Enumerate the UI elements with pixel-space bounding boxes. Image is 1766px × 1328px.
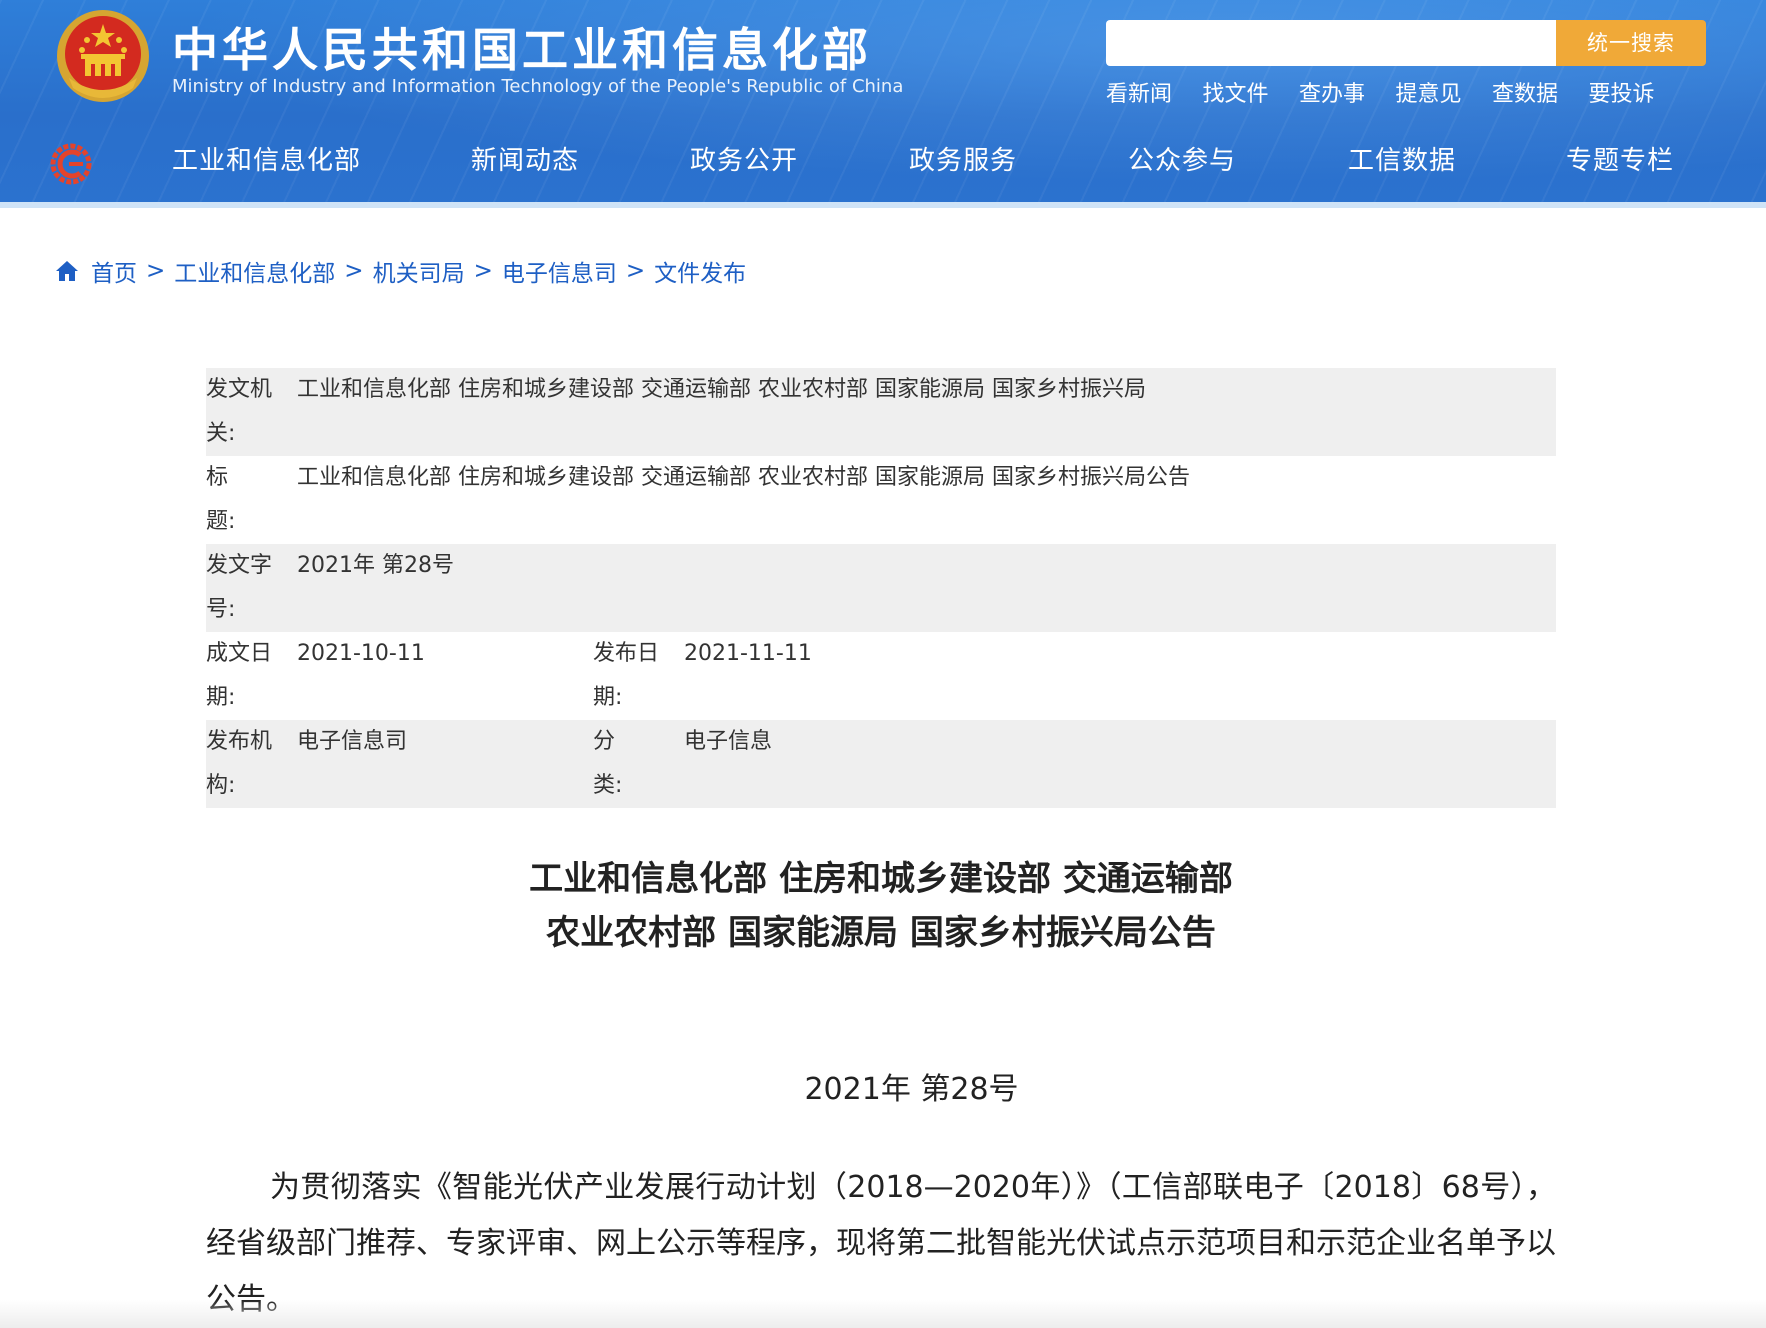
document-title-line: 工业和信息化部 住房和城乡建设部 交通运输部 xyxy=(529,859,1233,899)
quick-link-feedback[interactable]: 提意见 xyxy=(1396,76,1493,108)
quick-link-files[interactable]: 找文件 xyxy=(1203,76,1300,108)
breadcrumb-departments[interactable]: 机关司局 xyxy=(373,254,465,288)
breadcrumb-electronics-dept[interactable]: 电子信息司 xyxy=(502,254,617,288)
info-row-dates: 成文日期: 2021-10-11 发布日期: 2021-11-11 xyxy=(206,632,1556,720)
breadcrumb-miit[interactable]: 工业和信息化部 xyxy=(174,254,335,288)
quick-link-data[interactable]: 查数据 xyxy=(1492,76,1589,108)
info-label: 发文机关: xyxy=(206,377,273,446)
quick-link-complaint[interactable]: 要投诉 xyxy=(1589,76,1686,108)
quick-link-news[interactable]: 看新闻 xyxy=(1106,76,1203,108)
info-label: 成文日期: xyxy=(206,641,273,710)
breadcrumb-separator: > xyxy=(625,258,646,284)
nav-item-news[interactable]: 新闻动态 xyxy=(471,140,579,177)
main-navigation: 工业和信息化部 新闻动态 政务公开 政务服务 公众参与 工信数据 专题专栏 xyxy=(0,140,1766,180)
home-icon[interactable] xyxy=(55,260,79,282)
nav-item-data[interactable]: 工信数据 xyxy=(1348,140,1456,177)
info-value: 电子信息司 xyxy=(297,729,408,754)
nav-item-miit[interactable]: 工业和信息化部 xyxy=(172,140,361,177)
info-value: 工业和信息化部 住房和城乡建设部 交通运输部 农业农村部 国家能源局 国家乡村振… xyxy=(297,465,1190,490)
info-label: 发文字号: xyxy=(206,553,273,622)
info-value: 工业和信息化部 住房和城乡建设部 交通运输部 农业农村部 国家能源局 国家乡村振… xyxy=(297,377,1146,402)
document-info-table: 发文机关: 工业和信息化部 住房和城乡建设部 交通运输部 农业农村部 国家能源局… xyxy=(206,368,1556,808)
info-value: 2021-11-11 xyxy=(684,641,812,666)
site-header: 中华人民共和国工业和信息化部 Ministry of Industry and … xyxy=(0,0,1766,208)
nav-item-public[interactable]: 公众参与 xyxy=(1128,140,1236,177)
breadcrumb-documents[interactable]: 文件发布 xyxy=(654,254,746,288)
breadcrumb-separator: > xyxy=(473,258,493,284)
document-title: 工业和信息化部 住房和城乡建设部 交通运输部 农业农村部 国家能源局 国家乡村振… xyxy=(206,852,1556,960)
info-label: 标 题: xyxy=(206,465,273,534)
info-label: 发布机构: xyxy=(206,729,273,798)
nav-item-gov-affairs[interactable]: 政务公开 xyxy=(690,140,798,177)
header-divider xyxy=(0,202,1766,208)
info-label: 分 类: xyxy=(593,729,660,798)
site-title[interactable]: 中华人民共和国工业和信息化部 xyxy=(172,14,872,80)
site-subtitle: Ministry of Industry and Information Tec… xyxy=(172,76,904,97)
search-input[interactable] xyxy=(1106,20,1556,66)
info-row-doc-number: 发文字号: 2021年 第28号 xyxy=(206,544,1556,632)
info-label: 发布日期: xyxy=(593,641,660,710)
national-emblem-icon[interactable] xyxy=(55,8,151,104)
nav-item-gov-services[interactable]: 政务服务 xyxy=(909,140,1017,177)
info-value: 2021-10-11 xyxy=(297,641,425,666)
info-value: 电子信息 xyxy=(684,729,773,754)
document-number: 2021年 第28号 xyxy=(804,1072,1019,1107)
document-title-line: 农业农村部 国家能源局 国家乡村振兴局公告 xyxy=(546,913,1216,953)
quick-links: 看新闻 找文件 查办事 提意见 查数据 要投诉 xyxy=(1106,76,1685,108)
bottom-fade xyxy=(0,1300,1766,1328)
breadcrumb-separator: > xyxy=(344,258,364,284)
nav-item-topics[interactable]: 专题专栏 xyxy=(1566,140,1674,177)
info-row-title: 标 题: 工业和信息化部 住房和城乡建设部 交通运输部 农业农村部 国家能源局 … xyxy=(206,456,1556,544)
info-row-publisher: 发布机构: 电子信息司 分 类: 电子信息 xyxy=(206,720,1556,808)
search-button[interactable]: 统一搜索 xyxy=(1556,20,1706,66)
info-value: 2021年 第28号 xyxy=(297,553,454,578)
quick-link-services[interactable]: 查办事 xyxy=(1299,76,1396,108)
info-row-issuing-agency: 发文机关: 工业和信息化部 住房和城乡建设部 交通运输部 农业农村部 国家能源局… xyxy=(206,368,1556,456)
breadcrumb-separator: > xyxy=(146,258,166,284)
breadcrumb-home[interactable]: 首页 xyxy=(91,254,137,288)
breadcrumb: 首页 > 工业和信息化部 > 机关司局 > 电子信息司 > 文件发布 xyxy=(55,254,746,288)
